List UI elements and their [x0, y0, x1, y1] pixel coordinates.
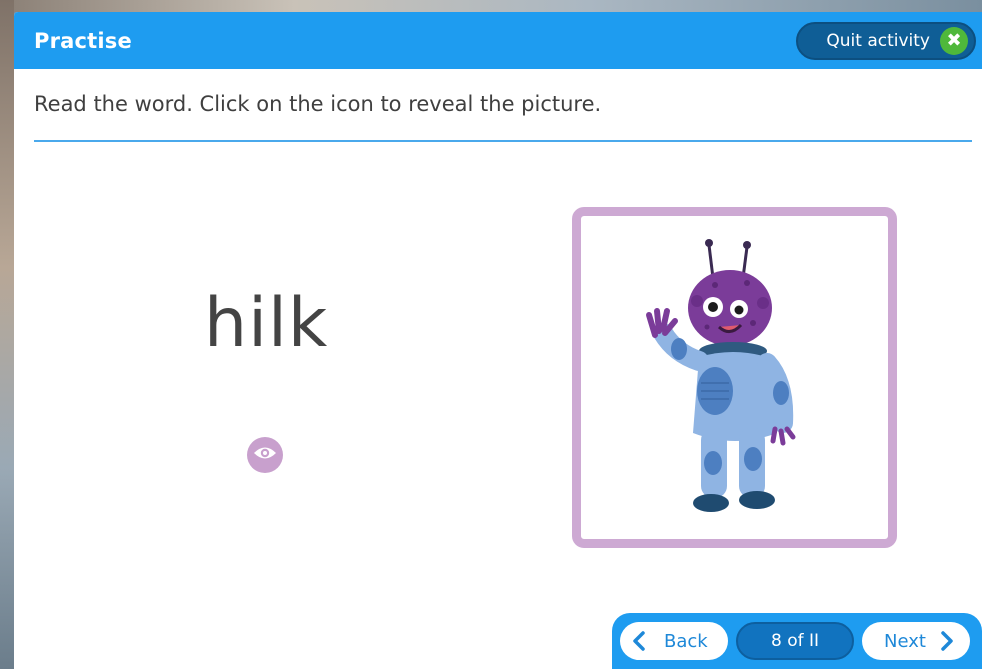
header-bar: Practise Quit activity ✖	[14, 12, 982, 69]
page-indicator: 8 of II	[736, 622, 854, 660]
background-strip-top	[0, 0, 982, 12]
next-label: Next	[884, 630, 926, 652]
back-label: Back	[664, 630, 708, 652]
chevron-left-icon	[632, 631, 646, 651]
next-button[interactable]: Next	[862, 622, 970, 660]
reveal-picture-button[interactable]	[247, 437, 283, 473]
back-button[interactable]: Back	[620, 622, 728, 660]
instruction-text: Read the word. Click on the icon to reve…	[34, 92, 602, 116]
picture-card	[572, 207, 897, 548]
close-icon: ✖	[940, 26, 968, 55]
background-strip-left	[0, 0, 14, 669]
alien-illustration	[645, 238, 795, 512]
page-title: Practise	[34, 28, 132, 53]
practice-word: hilk	[204, 284, 329, 363]
navigation-bar: Back 8 of II Next	[612, 613, 982, 669]
quit-activity-label: Quit activity	[826, 30, 930, 51]
chevron-right-icon	[940, 631, 954, 651]
eye-icon	[252, 444, 278, 466]
quit-activity-button[interactable]: Quit activity ✖	[796, 21, 976, 60]
divider	[34, 140, 972, 142]
activity-panel: Practise Quit activity ✖ Read the word. …	[14, 12, 982, 669]
